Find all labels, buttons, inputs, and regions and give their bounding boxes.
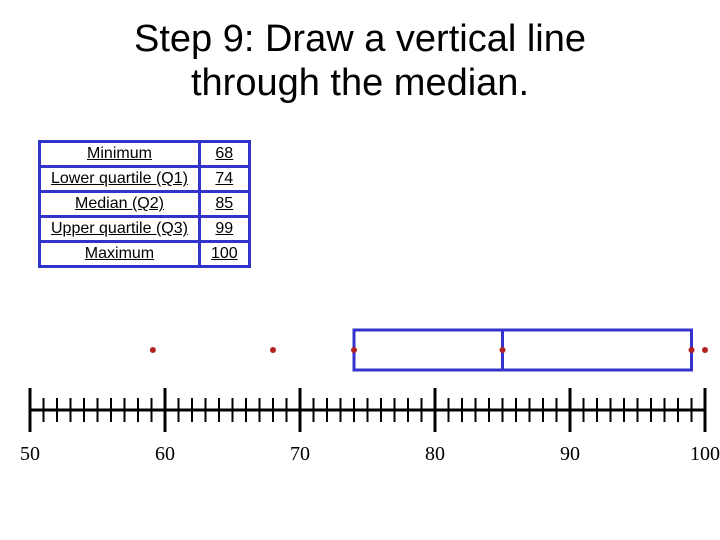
title-line-1: Step 9: Draw a vertical line — [134, 18, 586, 60]
boxplot-axis: 50 60 70 80 90 100 — [0, 310, 720, 490]
axis-label: 90 — [560, 443, 580, 465]
axis-label: 70 — [290, 443, 310, 465]
stat-label: Lower quartile (Q1) — [40, 167, 200, 192]
data-dot — [702, 347, 708, 353]
axis-label: 100 — [690, 443, 720, 465]
stat-label: Median (Q2) — [40, 192, 200, 217]
table-row: Upper quartile (Q3) 99 — [40, 217, 250, 242]
data-dot — [150, 347, 156, 353]
axis-label: 60 — [155, 443, 175, 465]
slide: Step 9: Draw a vertical line through the… — [0, 0, 720, 540]
stat-value: 100 — [199, 242, 249, 267]
data-dot — [500, 347, 506, 353]
table-row: Lower quartile (Q1) 74 — [40, 167, 250, 192]
stat-value: 68 — [199, 142, 249, 167]
axis-label: 50 — [20, 443, 40, 465]
stat-value: 74 — [199, 167, 249, 192]
box — [354, 330, 692, 370]
slide-title: Step 9: Draw a vertical line through the… — [0, 18, 720, 105]
table-row: Minimum 68 — [40, 142, 250, 167]
table-row: Median (Q2) 85 — [40, 192, 250, 217]
data-dot — [351, 347, 357, 353]
stat-label: Minimum — [40, 142, 200, 167]
stat-value: 99 — [199, 217, 249, 242]
stat-label: Maximum — [40, 242, 200, 267]
five-number-summary-table: Minimum 68 Lower quartile (Q1) 74 Median… — [38, 140, 251, 268]
data-dot — [689, 347, 695, 353]
axis-label: 80 — [425, 443, 445, 465]
title-line-2: through the median. — [191, 62, 529, 104]
data-dot — [270, 347, 276, 353]
table-row: Maximum 100 — [40, 242, 250, 267]
stat-value: 85 — [199, 192, 249, 217]
stat-label: Upper quartile (Q3) — [40, 217, 200, 242]
